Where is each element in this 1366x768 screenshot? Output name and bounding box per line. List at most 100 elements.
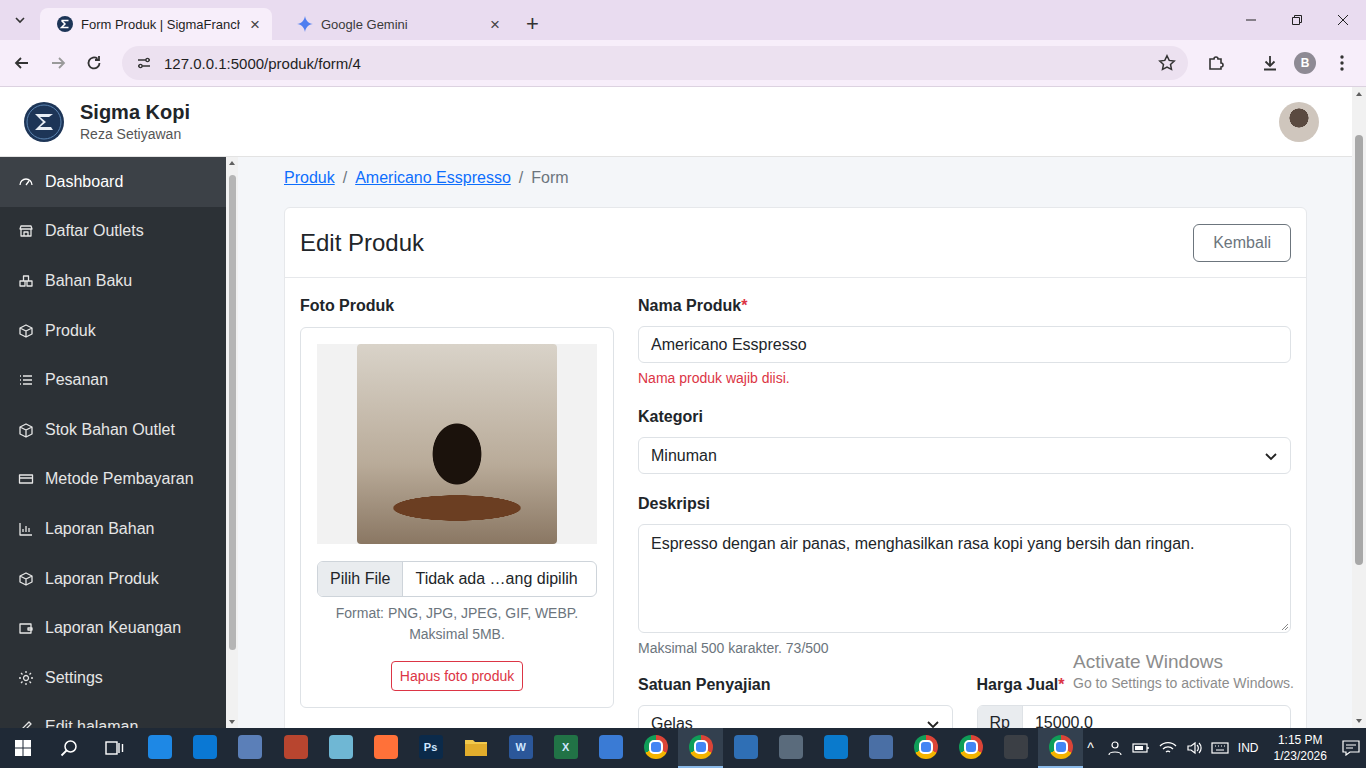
sidebar-item[interactable]: Bahan Baku	[0, 256, 226, 306]
description-textarea[interactable]: Espresso dengan air panas, menghasilkan …	[638, 524, 1291, 633]
close-window-button[interactable]	[1320, 0, 1366, 40]
wifi-icon[interactable]	[1159, 740, 1177, 756]
category-select[interactable]: Minuman	[638, 437, 1291, 474]
minimize-button[interactable]	[1228, 0, 1274, 40]
breadcrumb: Produk/Americano Esspresso/Form	[284, 166, 1307, 190]
sidebar-item[interactable]: Laporan Produk	[0, 554, 226, 604]
sidebar-item[interactable]: Daftar Outlets	[0, 207, 226, 257]
sidebar-item[interactable]: Pesanan	[0, 355, 226, 405]
sidebar-item[interactable]: Produk	[0, 306, 226, 356]
unit-select[interactable]: Gelas	[638, 705, 953, 728]
breadcrumb-item: Form	[531, 166, 568, 190]
clock-date: 1/23/2026	[1274, 748, 1327, 764]
sidebar-item[interactable]: Metode Pembayaran	[0, 455, 226, 505]
breadcrumb-item[interactable]: Produk	[284, 166, 335, 190]
sidebar-item[interactable]: Dashboard	[0, 157, 226, 207]
show-hidden-icons-button[interactable]: ^	[1083, 740, 1098, 756]
sidebar-item[interactable]: Edit halaman	[0, 703, 226, 728]
address-bar[interactable]: 127.0.0.1:5000/produk/form/4	[122, 46, 1188, 80]
taskbar-app[interactable]	[633, 728, 678, 768]
star-icon[interactable]	[1158, 54, 1176, 72]
taskbar-app[interactable]	[273, 728, 318, 768]
sidebar-item[interactable]: Stok Bahan Outlet	[0, 405, 226, 455]
input-language[interactable]: IND	[1238, 741, 1259, 755]
breadcrumb-item[interactable]: Americano Esspresso	[355, 166, 511, 190]
price-input[interactable]: Rp15000.0	[977, 705, 1292, 728]
taskbar-app[interactable]	[993, 728, 1038, 768]
notification-icon[interactable]	[1342, 740, 1360, 756]
tab-close-button[interactable]: ×	[488, 16, 502, 33]
battery-icon[interactable]	[1132, 740, 1150, 756]
taskbar-app[interactable]	[453, 728, 498, 768]
taskbar-app[interactable]	[678, 728, 723, 768]
chevron-down-icon	[926, 717, 940, 729]
extensions-button[interactable]	[1199, 46, 1233, 80]
file-input[interactable]: Pilih FileTidak ada …ang dipilih	[317, 561, 597, 597]
sidebar-item[interactable]: Laporan Bahan	[0, 504, 226, 554]
currency-prefix: Rp	[978, 706, 1023, 728]
new-tab-button[interactable]: +	[520, 8, 545, 40]
forward-button[interactable]	[41, 46, 75, 80]
field-label: Harga Jual*	[977, 675, 1292, 694]
back-button[interactable]	[5, 46, 39, 80]
taskbar-app[interactable]	[138, 728, 183, 768]
scroll-thumb[interactable]	[229, 175, 236, 650]
search-button[interactable]	[46, 728, 92, 768]
scroll-up-icon	[1352, 87, 1366, 101]
taskbar-app[interactable]	[363, 728, 408, 768]
restore-button[interactable]	[1274, 0, 1320, 40]
name-input[interactable]: Americano Esspresso	[638, 326, 1291, 363]
menu-button[interactable]	[1325, 46, 1359, 80]
task-view-button[interactable]	[92, 728, 138, 768]
taskbar-app[interactable]	[903, 728, 948, 768]
taskbar-app[interactable]	[723, 728, 768, 768]
sidebar-item[interactable]: Laporan Keuangan	[0, 603, 226, 653]
taskbar-app[interactable]	[858, 728, 903, 768]
browser-tab[interactable]: Form Produk | SigmaFranchise×	[40, 8, 272, 40]
taskbar-app[interactable]	[1038, 728, 1083, 768]
tab-close-button[interactable]: ×	[248, 16, 262, 33]
scroll-up-icon	[226, 157, 238, 169]
taskbar-app[interactable]: Ps	[408, 728, 453, 768]
volume-icon[interactable]	[1186, 740, 1202, 756]
breadcrumb-separator: /	[519, 166, 523, 190]
browser-tab[interactable]: Google Gemini×	[280, 8, 512, 40]
page: Sigma KopiReza SetiyawanDashboardDaftar …	[0, 87, 1352, 728]
choose-file-button[interactable]: Pilih File	[318, 562, 403, 596]
taskbar-app[interactable]	[813, 728, 858, 768]
sidebar-label: Stok Bahan Outlet	[45, 421, 175, 439]
profile-button[interactable]: B	[1288, 46, 1322, 80]
back-link-button[interactable]: Kembali	[1193, 224, 1291, 262]
field-label: Nama Produk*	[638, 296, 1291, 315]
reload-button[interactable]	[77, 46, 111, 80]
search-icon	[60, 739, 78, 757]
taskbar-app[interactable]	[318, 728, 363, 768]
taskbar-app[interactable]	[948, 728, 993, 768]
taskbar-app[interactable]	[768, 728, 813, 768]
download-icon	[1261, 54, 1279, 72]
menu-item-icon	[18, 571, 34, 587]
app-icon: Ps	[419, 735, 443, 759]
resize-handle-icon[interactable]	[1279, 621, 1289, 631]
taskbar-app[interactable]: X	[543, 728, 588, 768]
app-icon	[824, 735, 848, 759]
watermark-subtitle: Go to Settings to activate Windows.	[1073, 674, 1294, 692]
scroll-thumb[interactable]	[1355, 135, 1363, 565]
taskbar-app[interactable]	[183, 728, 228, 768]
page-scrollbar[interactable]	[1352, 87, 1366, 728]
downloads-button[interactable]	[1253, 46, 1287, 80]
start-button[interactable]	[0, 728, 46, 768]
sidebar-scrollbar[interactable]	[226, 157, 238, 728]
arrow-right-icon	[50, 55, 66, 71]
clock[interactable]: 1:15 PM1/23/2026	[1268, 732, 1333, 764]
people-icon[interactable]	[1107, 740, 1123, 756]
user-avatar[interactable]	[1279, 102, 1319, 142]
sidebar-item[interactable]: Settings	[0, 653, 226, 703]
taskbar-app[interactable]	[228, 728, 273, 768]
taskbar-app[interactable]: W	[498, 728, 543, 768]
remove-photo-button[interactable]: Hapus foto produk	[391, 661, 523, 691]
site-info-icon	[136, 55, 152, 71]
tab-search-button[interactable]	[8, 8, 32, 32]
taskbar-app[interactable]	[588, 728, 633, 768]
keyboard-icon[interactable]	[1211, 740, 1229, 756]
